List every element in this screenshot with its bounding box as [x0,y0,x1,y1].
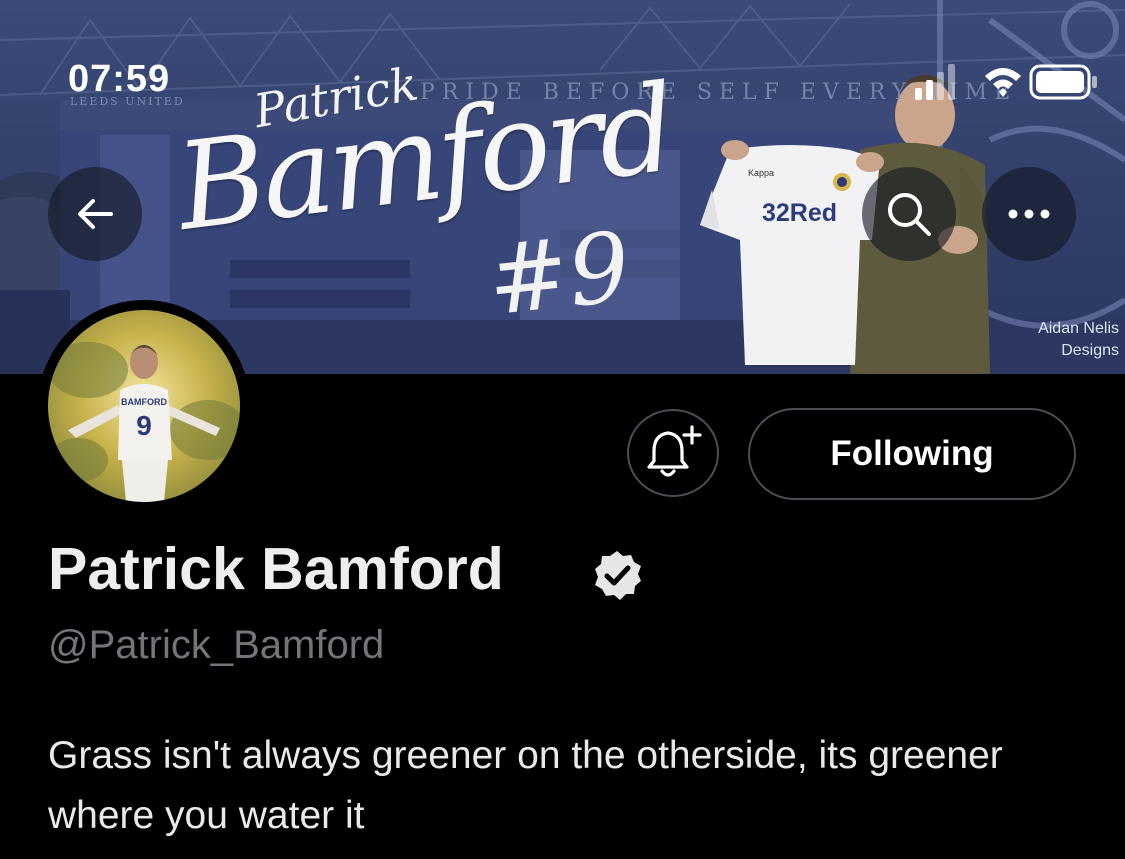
wifi-icon [985,68,1021,97]
following-button[interactable]: Following [748,408,1076,500]
search-button[interactable] [862,167,956,261]
shirt-brand-text: Kappa [748,168,775,178]
profile-bio: Grass isn't always greener on the others… [48,734,1003,837]
more-horizontal-icon [1008,209,1050,219]
battery-icon [1029,64,1097,100]
more-button[interactable] [982,167,1076,261]
bell-plus-icon [647,425,702,477]
notifications-button[interactable] [627,409,719,497]
verified-badge-icon [595,551,641,600]
cellular-signal-icon [915,64,955,100]
avatar-shirt-text: BAMFORD [121,397,167,407]
banner-number: #9 [482,210,635,338]
credit-line-1: Aidan Nelis [1038,320,1119,337]
shirt-sponsor-text: 32Red [762,199,838,227]
status-icons [913,62,1103,102]
banner-credit: Aidan Nelis Designs [1038,318,1119,362]
avatar-shirt-number: 9 [136,410,152,441]
arrow-left-icon [78,199,113,229]
display-name: Patrick Bamford [48,536,504,602]
search-icon [888,193,931,236]
avatar[interactable]: BAMFORD 9 [48,310,240,502]
profile-handle: @Patrick_Bamford [48,623,385,667]
credit-line-2: Designs [1061,342,1119,359]
back-button[interactable] [48,167,142,261]
status-time: 07:59 [68,58,171,100]
